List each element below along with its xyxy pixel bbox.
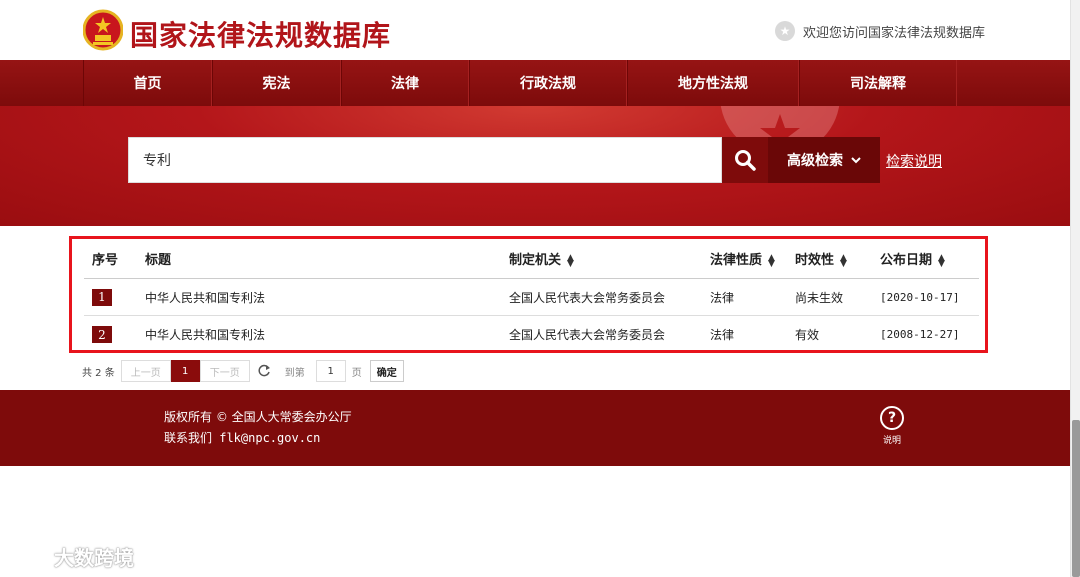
page: { "header": { "site_title": "国家法律法规数据库",… [0,0,1080,577]
main-nav: 首页 宪法 法律 行政法规 地方性法规 司法解释 [0,60,1070,106]
header-authority[interactable]: 制定机关 ▲ ▼ [509,249,710,268]
results-table: 序号 标题 制定机关 ▲ ▼ 法律性质 ▲ ▼ 时效性 ▲ ▼ 公布日期 ▲ ▼ 1 中华人民共… [84,239,979,353]
footer: 版权所有 © 全国人大常委会办公厅 联系我们 flk@npc.gov.cn ? … [0,390,1070,466]
row-status: 有效 [795,328,820,342]
header-status-label: 时效性 [795,253,835,268]
footer-help-label: 说明 [882,436,901,446]
table-row[interactable]: 1 中华人民共和国专利法 全国人民代表大会常务委员会 法律 尚未生效 [2020… [84,279,979,316]
row-date: [2008-12-27] [880,328,960,341]
star-icon: ★ [774,21,795,41]
top-header: 国家法律法规数据库 ★ 欢迎您访问国家法律法规数据库 [0,0,1070,60]
nav-item-administrative-regulations[interactable]: 行政法规 [469,60,627,106]
confirm-page-button[interactable]: 确定 [369,360,404,382]
header-date[interactable]: 公布日期 ▲ ▼ [880,249,979,268]
watermark-text: 大数跨境 [54,546,134,570]
row-index-badge: 1 [92,288,112,306]
nav-item-home[interactable]: 首页 [83,60,212,106]
prev-page-button[interactable]: 上一页 [120,360,171,382]
row-title-link[interactable]: 中华人民共和国专利法 [137,326,509,343]
row-authority: 全国人民代表大会常务委员会 [509,328,666,342]
table-header-row: 序号 标题 制定机关 ▲ ▼ 法律性质 ▲ ▼ 时效性 ▲ ▼ 公布日期 ▲ ▼ [84,239,979,279]
watermark: 大数跨境 [10,542,134,571]
total-count: 共 2 条 [82,367,115,379]
sort-icon[interactable]: ▲ ▼ [938,253,945,268]
header-nature[interactable]: 法律性质 ▲ ▼ [710,249,795,268]
table-row[interactable]: 2 中华人民共和国专利法 全国人民代表大会常务委员会 法律 有效 [2008-1… [84,316,979,353]
header-title: 标题 [145,253,172,268]
scrollbar-thumb[interactable] [1072,420,1080,577]
row-nature: 法律 [710,328,735,342]
header-nature-label: 法律性质 [710,253,763,268]
row-index-badge: 2 [92,326,112,343]
search-input[interactable]: 专利 [128,137,722,183]
footer-help-button[interactable]: ? 说明 [878,406,906,446]
row-title-link[interactable]: 中华人民共和国专利法 [137,289,509,306]
contact-text[interactable]: 联系我们 flk@npc.gov.cn [164,428,352,449]
welcome-message: ★ 欢迎您访问国家法律法规数据库 [774,21,985,41]
header-index: 序号 [92,253,119,268]
sort-icon[interactable]: ▲ ▼ [567,253,574,268]
row-authority: 全国人民代表大会常务委员会 [509,290,666,305]
row-status: 尚未生效 [795,290,844,305]
current-page[interactable]: 1 [170,360,200,382]
footer-text: 版权所有 © 全国人大常委会办公厅 联系我们 flk@npc.gov.cn [164,407,352,449]
results-table-highlight: 序号 标题 制定机关 ▲ ▼ 法律性质 ▲ ▼ 时效性 ▲ ▼ 公布日期 ▲ ▼ 1 中华人民共… [69,236,988,353]
refresh-icon[interactable] [257,364,271,378]
pagination: 共 2 条 上一页 1 下一页 到第 1 页 确定 [82,360,404,382]
advanced-search-button[interactable]: 高级检索 [768,137,880,183]
national-emblem-icon [83,9,123,51]
nav-item-local-regulations[interactable]: 地方性法规 [627,60,799,106]
search-button[interactable] [722,137,768,183]
goto-label: 到第 [284,367,305,379]
row-date: [2020-10-17] [880,290,960,304]
nav-item-law[interactable]: 法律 [341,60,469,106]
nav-item-judicial-interpretations[interactable]: 司法解释 [799,60,957,106]
search-query: 专利 [143,153,171,169]
copyright-text: 版权所有 © 全国人大常委会办公厅 [164,410,352,424]
watermark-logo-icon [11,548,45,565]
search-icon [735,150,756,171]
sort-icon[interactable]: ▲ ▼ [768,253,775,268]
welcome-text: 欢迎您访问国家法律法规数据库 [802,25,985,41]
header-status[interactable]: 时效性 ▲ ▼ [795,249,880,268]
sort-icon[interactable]: ▲ ▼ [840,253,847,268]
question-icon: ? [880,406,904,430]
nav-item-constitution[interactable]: 宪法 [212,60,341,106]
chevron-down-icon [851,156,861,163]
page-unit-label: 页 [351,367,362,379]
advanced-search-label: 高级检索 [787,153,843,169]
row-nature: 法律 [710,290,735,305]
page-number-input[interactable]: 1 [315,360,346,382]
search-help-link[interactable]: 检索说明 [886,151,942,171]
site-title[interactable]: 国家法律法规数据库 [130,14,391,54]
header-authority-label: 制定机关 [509,253,562,268]
next-page-button[interactable]: 下一页 [199,360,250,382]
header-date-label: 公布日期 [880,253,933,268]
vertical-scrollbar[interactable] [1070,0,1080,577]
search-banner: 专利 高级检索 检索说明 [0,106,1070,226]
